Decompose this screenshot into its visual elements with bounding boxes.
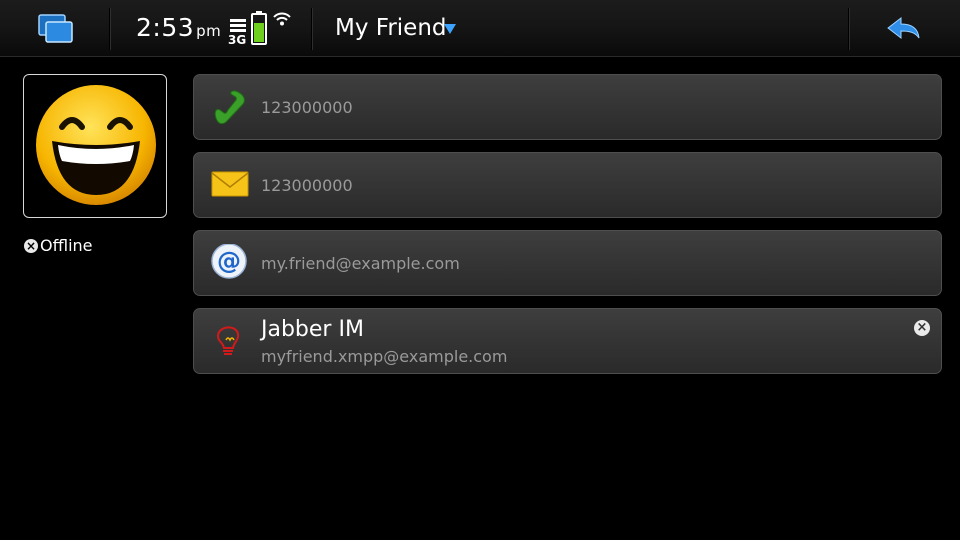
sms-field[interactable]: 123000000 [193, 152, 942, 218]
im-address: myfriend.xmpp@example.com [261, 347, 508, 366]
network-type-label: 3G [228, 33, 247, 47]
phone-number: 123000000 [261, 98, 353, 117]
status-label: Offline [40, 236, 93, 255]
dropdown-arrow-icon [444, 24, 456, 34]
divider [109, 8, 111, 50]
battery-icon [251, 11, 267, 45]
page-title: My Friend [335, 15, 447, 41]
phone-field[interactable]: 123000000 [193, 74, 942, 140]
clock-ampm: pm [196, 22, 222, 40]
back-arrow-icon[interactable] [886, 16, 922, 42]
im-field[interactable]: Jabber IM myfriend.xmpp@example.com × [193, 308, 942, 374]
wifi-icon [272, 11, 292, 27]
clock: 2:53 pm [136, 13, 221, 42]
divider [311, 8, 313, 50]
status-bar: 2:53 pm 3G My Friend [0, 0, 960, 57]
sms-number: 123000000 [261, 176, 353, 195]
clock-time: 2:53 [136, 13, 195, 42]
avatar[interactable] [23, 74, 167, 218]
email-field[interactable]: @ my.friend@example.com [193, 230, 942, 296]
network-signal-icon: 3G [228, 16, 250, 48]
offline-presence-icon: × [914, 320, 930, 336]
divider [848, 8, 850, 50]
offline-icon: × [24, 239, 38, 253]
contact-name-menu[interactable]: My Friend [316, 8, 516, 50]
jabber-bulb-icon [210, 322, 250, 362]
phone-handset-icon [210, 88, 250, 128]
svg-text:@: @ [217, 247, 241, 275]
presence-status: × Offline [24, 236, 93, 255]
at-sign-icon: @ [210, 243, 250, 284]
email-address: my.friend@example.com [261, 254, 460, 273]
im-service-name: Jabber IM [261, 317, 364, 342]
envelope-icon [210, 166, 250, 206]
task-switcher-icon[interactable] [36, 12, 76, 44]
smiley-avatar [36, 85, 156, 205]
